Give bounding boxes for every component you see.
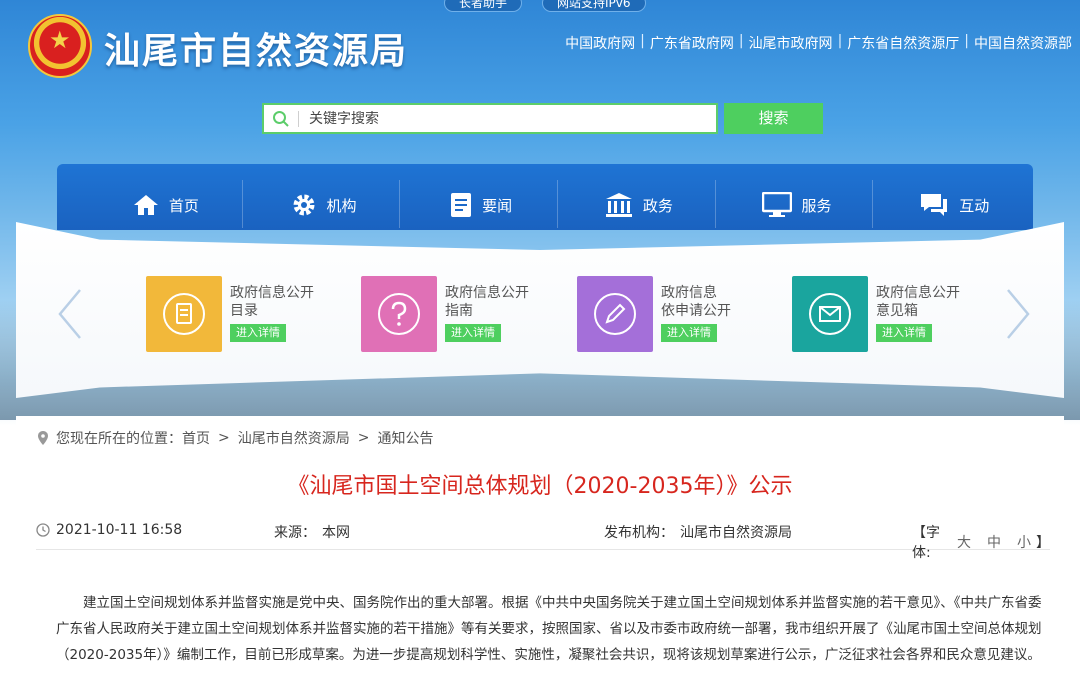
breadcrumb-notices[interactable]: 通知公告 bbox=[377, 428, 433, 448]
external-links: 中国政府网 | 广东省政府网 | 汕尾市政府网 | 广东省自然资源厅 | 中国自然资源部 bbox=[565, 33, 1072, 53]
mail-icon bbox=[792, 276, 868, 352]
link-mnr[interactable]: 中国自然资源部 bbox=[974, 33, 1072, 53]
source-label: 来源： bbox=[274, 525, 316, 541]
publisher-value: 汕尾市自然资源局 bbox=[680, 525, 792, 541]
publish-time: 2021-10-11 16:58 bbox=[36, 522, 182, 538]
publish-datetime: 2021-10-11 16:58 bbox=[56, 522, 183, 538]
breadcrumb: 您现在所在的位置： 首页 > 汕尾市自然资源局 > 通知公告 bbox=[38, 428, 433, 448]
publisher-label: 发布机构： bbox=[604, 525, 674, 541]
article-container: 您现在所在的位置： 首页 > 汕尾市自然资源局 > 通知公告 《汕尾市国土空间总… bbox=[16, 416, 1064, 686]
home-icon bbox=[133, 195, 158, 215]
nav-government-affairs[interactable]: 政务 bbox=[557, 180, 718, 230]
ipv6-badge[interactable]: 网站支持IPv6 bbox=[542, 0, 646, 12]
card-title-line1: 政府信息公开 bbox=[876, 285, 960, 301]
catalog-icon bbox=[146, 276, 222, 352]
nav-news[interactable]: 要闻 bbox=[399, 180, 560, 230]
gear-icon bbox=[293, 194, 314, 216]
card-title-line1: 政府信息 bbox=[661, 285, 717, 301]
nav-interaction-label: 互动 bbox=[959, 196, 990, 215]
location-pin-icon bbox=[38, 431, 48, 445]
card-info-guide[interactable]: 政府信息公开 指南 进入详情 bbox=[361, 276, 529, 352]
breadcrumb-prefix: 您现在所在的位置： bbox=[56, 431, 182, 447]
card-title-line1: 政府信息公开 bbox=[230, 285, 314, 301]
search-icon bbox=[264, 110, 298, 128]
enter-details-button[interactable]: 进入详情 bbox=[661, 324, 717, 342]
card-info-application[interactable]: 政府信息 依申请公开 进入详情 bbox=[577, 276, 731, 352]
font-size-medium[interactable]: 中 bbox=[987, 532, 1001, 552]
nav-home-label: 首页 bbox=[168, 196, 199, 215]
card-title-line1: 政府信息公开 bbox=[445, 285, 529, 301]
font-size-small[interactable]: 小 bbox=[1017, 532, 1031, 552]
question-icon bbox=[361, 276, 437, 352]
font-size-large[interactable]: 大 bbox=[957, 532, 971, 552]
search-button[interactable]: 搜索 bbox=[724, 103, 823, 134]
card-title-line2: 依申请公开 bbox=[661, 303, 731, 319]
nav-services-label: 服务 bbox=[801, 196, 832, 215]
font-size-switch: 【字体: 大 中 小 】 bbox=[912, 522, 1050, 562]
site-title: 汕尾市自然资源局 bbox=[104, 30, 409, 72]
nav-government-affairs-label: 政务 bbox=[642, 196, 673, 215]
nav-news-label: 要闻 bbox=[482, 196, 513, 215]
card-title-line2: 目录 bbox=[230, 303, 258, 319]
nav-home[interactable]: 首页 bbox=[87, 180, 245, 230]
national-emblem-logo bbox=[28, 14, 92, 78]
top-utility-bar: 长者助手 网站支持IPv6 bbox=[444, 0, 646, 12]
article-title: 《汕尾市国土空间总体规划（2020-2035年）》公示 bbox=[287, 474, 793, 499]
chat-icon bbox=[921, 194, 948, 216]
card-title-line2: 指南 bbox=[445, 303, 473, 319]
monitor-icon bbox=[761, 192, 792, 217]
article-body: 建立国土空间规划体系并监督实施是党中央、国务院作出的重大部署。根据《中共中央国务… bbox=[56, 595, 1042, 663]
search-bar bbox=[262, 103, 718, 134]
nav-organization[interactable]: 机构 bbox=[241, 180, 403, 230]
document-icon bbox=[451, 193, 472, 217]
pen-icon bbox=[577, 276, 653, 352]
card-title-line2: 意见箱 bbox=[876, 303, 918, 319]
font-size-close: 】 bbox=[1036, 535, 1050, 551]
breadcrumb-home[interactable]: 首页 bbox=[182, 428, 210, 448]
main-nav: 首页 机构 要闻 政务 服务 互动 bbox=[57, 164, 1033, 230]
carousel-prev-icon[interactable] bbox=[56, 288, 84, 344]
elderly-assist-link[interactable]: 长者助手 bbox=[444, 0, 523, 12]
link-gd-natural-resources[interactable]: 广东省自然资源厅 bbox=[847, 33, 959, 53]
nav-organization-label: 机构 bbox=[326, 196, 357, 215]
link-gd-gov[interactable]: 广东省政府网 bbox=[650, 33, 734, 53]
nav-interaction[interactable]: 互动 bbox=[872, 180, 1033, 230]
nav-services[interactable]: 服务 bbox=[714, 180, 876, 230]
link-shanwei-gov[interactable]: 汕尾市政府网 bbox=[749, 33, 833, 53]
carousel-next-icon[interactable] bbox=[1004, 288, 1032, 344]
article-meta: 2021-10-11 16:58 来源： 本网 发布机构： 汕尾市自然资源局 【… bbox=[36, 522, 1050, 561]
source: 来源： 本网 bbox=[274, 522, 350, 542]
enter-details-button[interactable]: 进入详情 bbox=[230, 324, 286, 342]
card-info-feedback[interactable]: 政府信息公开 意见箱 进入详情 bbox=[792, 276, 960, 352]
enter-details-button[interactable]: 进入详情 bbox=[876, 324, 932, 342]
government-building-icon bbox=[605, 193, 632, 217]
publisher: 发布机构： 汕尾市自然资源局 bbox=[604, 522, 792, 542]
enter-details-button[interactable]: 进入详情 bbox=[445, 324, 501, 342]
font-size-label: 【字体: bbox=[912, 525, 940, 561]
card-info-catalog[interactable]: 政府信息公开 目录 进入详情 bbox=[146, 276, 314, 352]
search-input[interactable] bbox=[309, 110, 716, 127]
clock-icon bbox=[36, 523, 50, 537]
link-gov-cn[interactable]: 中国政府网 bbox=[565, 33, 635, 53]
source-value: 本网 bbox=[322, 525, 350, 541]
breadcrumb-separator: > bbox=[218, 430, 230, 446]
breadcrumb-bureau[interactable]: 汕尾市自然资源局 bbox=[238, 428, 350, 448]
breadcrumb-separator: > bbox=[357, 430, 370, 446]
